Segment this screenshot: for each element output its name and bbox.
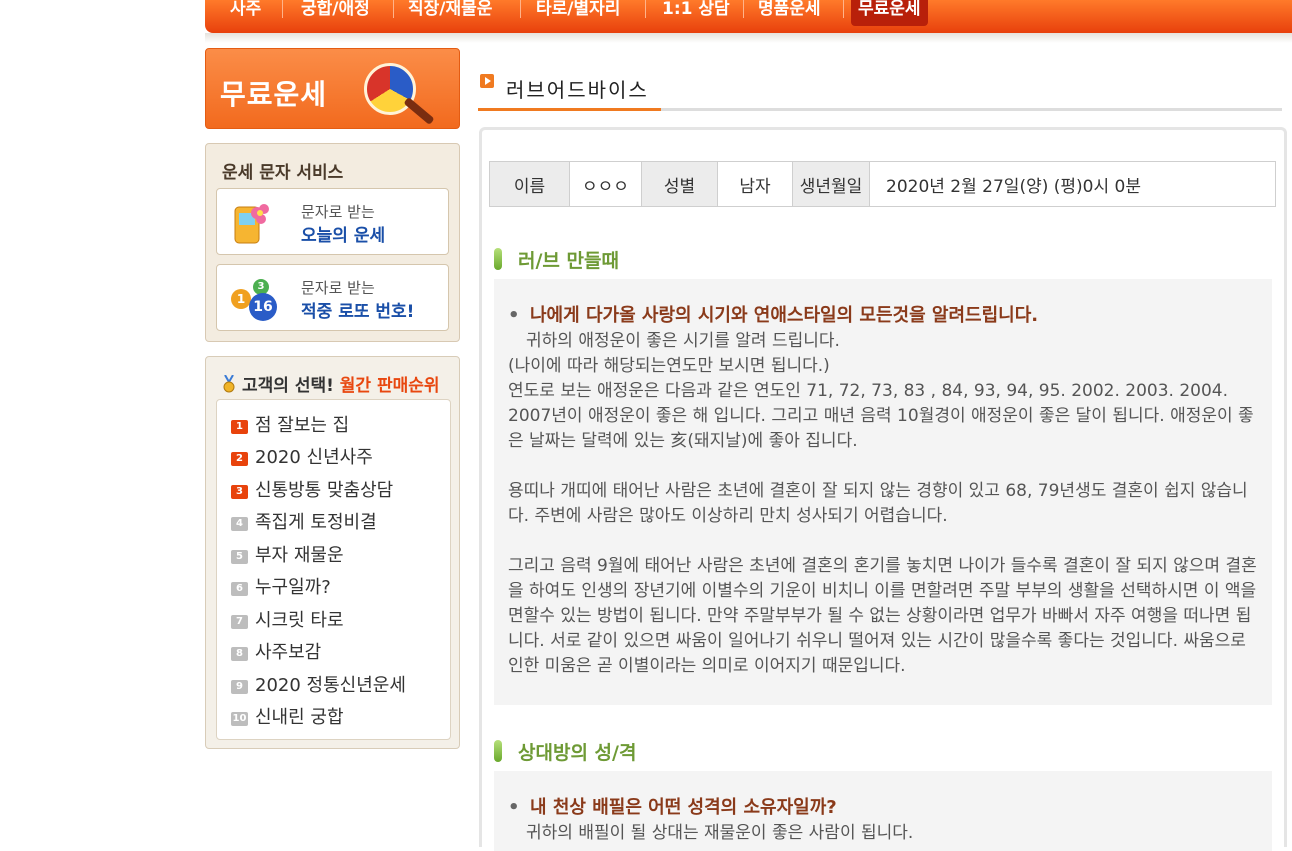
page-title: 러브어드바이스 [506, 78, 649, 102]
ranking-item-label: 2020 정통신년운세 [255, 675, 406, 696]
lotto-balls-icon: 1 3 16 [231, 279, 281, 321]
section-body-partner: • 내 천상 배필은 어떤 성격의 소유자일까? 귀하의 배필이 될 상대는 재물… [494, 771, 1272, 851]
section-headline-text: 내 천상 배필은 어떤 성격의 소유자일까? [530, 797, 837, 818]
nav-separator [520, 0, 521, 18]
ranking-item[interactable]: 3 신통방통 맞춤상담 [231, 480, 393, 502]
section-paragraph: 용띠나 개띠에 태어난 사람은 초년에 결혼이 잘 되지 않는 경향이 있고 6… [508, 481, 1248, 526]
rank-number-badge: 1 [231, 420, 248, 434]
free-fortune-banner[interactable]: 무료운세 [205, 48, 460, 129]
section-headline-text: 나에게 다가올 사랑의 시기와 연애스타일의 모든것을 알려드립니다. [530, 305, 1039, 326]
ranking-item[interactable]: 1 점 잘보는 집 [231, 415, 349, 437]
rank-number-badge: 10 [231, 712, 248, 726]
ranking-item[interactable]: 8 사주보감 [231, 642, 321, 664]
top-nav: 사주 궁합/애정 직장/재물운 타로/별자리 1:1 상담 명품운세 무료운세 [205, 0, 1292, 33]
ranking-title: 고객의 선택! 월간 판매순위 [242, 371, 440, 396]
section-lead: 귀하의 애정운이 좋은 시기를 알려 드립니다. [526, 331, 840, 351]
sms-service-box: 운세 문자 서비스 문자로 받는 오늘의 운세 1 3 16 문자로 받는 적중… [205, 143, 460, 342]
section-paragraph: 그리고 음력 9월에 태어난 사람은 초년에 결혼의 혼기를 놓치면 나이가 들… [508, 556, 1257, 676]
ranking-item[interactable]: 9 2020 정통신년운세 [231, 675, 406, 697]
fan-handle-icon [403, 97, 435, 125]
gender-label: 성별 [641, 161, 718, 207]
play-arrow-icon [480, 74, 494, 88]
section-bar-icon [494, 248, 502, 270]
ranking-item-label: 시크릿 타로 [255, 610, 344, 631]
ranking-item[interactable]: 5 부자 재물운 [231, 545, 344, 567]
ranking-item-label: 신통방통 맞춤상담 [255, 480, 394, 501]
name-value: ㅇㅇㅇ [569, 161, 642, 207]
nav-shadow [205, 33, 1292, 43]
title-divider-accent [478, 108, 661, 111]
ranking-title-prefix: 고객의 선택! [242, 376, 334, 396]
rank-number-badge: 4 [231, 517, 248, 531]
section-body-love: • 나에게 다가올 사랑의 시기와 연애스타일의 모든것을 알려드립니다. 귀하의… [494, 279, 1272, 705]
section-lead: 귀하의 배필이 될 상대는 재물운이 좋은 사람이 됩니다. [526, 823, 914, 843]
nav-item-tarot[interactable]: 타로/별자리 [536, 0, 620, 26]
ranking-item[interactable]: 10 신내린 궁합 [231, 707, 344, 729]
user-info-table: 이름 ㅇㅇㅇ 성별 남자 생년월일 2020년 2월 27일(양) (평)0시 … [489, 161, 1276, 207]
bullet-dot-icon: • [508, 797, 520, 818]
rank-number-badge: 5 [231, 550, 248, 564]
name-label: 이름 [489, 161, 570, 207]
ranking-item-label: 점 잘보는 집 [255, 415, 350, 436]
ranking-item-label: 부자 재물운 [255, 545, 344, 566]
section-bar-icon [494, 740, 502, 762]
nav-item-saju[interactable]: 사주 [230, 0, 261, 26]
ranking-list: 1 점 잘보는 집 2 2020 신년사주 3 신통방통 맞춤상담 4 족집게 토정비결… [216, 399, 451, 740]
ranking-item[interactable]: 2 2020 신년사주 [231, 447, 373, 469]
nav-separator [393, 0, 394, 18]
section-paragraph: 연도로 보는 애정운은 다음과 같은 연도인 71, 72, 73, 83 , … [508, 381, 1254, 451]
sms-today-fortune-card[interactable]: 문자로 받는 오늘의 운세 [216, 188, 449, 255]
ranking-item-label: 신내린 궁합 [255, 707, 344, 728]
sms-service-title: 운세 문자 서비스 [222, 163, 344, 183]
sms-card2-small: 문자로 받는 [301, 279, 375, 297]
rank-number-badge: 6 [231, 582, 248, 596]
rank-number-badge: 3 [231, 485, 248, 499]
sms-lotto-card[interactable]: 1 3 16 문자로 받는 적중 로또 번호! [216, 264, 449, 331]
nav-item-premium[interactable]: 명품운세 [758, 0, 821, 26]
rank-number-badge: 2 [231, 452, 248, 466]
page-title-header: 러브어드바이스 [478, 70, 1282, 112]
ranking-item[interactable]: 6 누구일까? [231, 577, 331, 599]
nav-item-free[interactable]: 무료운세 [851, 0, 928, 26]
bullet-dot-icon: • [508, 305, 520, 326]
section-paragraph: (나이에 따라 해당되는연도만 보시면 됩니다.) [508, 356, 830, 376]
lotto-ball: 1 [231, 289, 251, 309]
ranking-item-label: 2020 신년사주 [255, 447, 373, 468]
rank-number-badge: 8 [231, 647, 248, 661]
free-fortune-label: 무료운세 [220, 78, 328, 111]
ranking-item[interactable]: 7 시크릿 타로 [231, 610, 344, 632]
birth-label: 생년월일 [792, 161, 870, 207]
sms-card1-big: 오늘의 운세 [301, 226, 386, 246]
nav-item-career[interactable]: 직장/재물운 [408, 0, 492, 26]
ranking-item-label: 족집게 토정비결 [255, 512, 377, 533]
ranking-item-label: 누구일까? [255, 577, 331, 598]
birth-value: 2020년 2월 27일(양) (평)0시 0분 [869, 161, 1276, 207]
ranking-item[interactable]: 4 족집게 토정비결 [231, 512, 377, 534]
nav-item-gunghap[interactable]: 궁합/애정 [301, 0, 370, 26]
nav-item-consult[interactable]: 1:1 상담 [662, 0, 730, 26]
nav-separator [743, 0, 744, 18]
section-title: 상대방의 성/격 [518, 742, 637, 764]
ranking-item-label: 사주보감 [255, 642, 322, 663]
nav-separator [645, 0, 646, 18]
rank-number-badge: 9 [231, 680, 248, 694]
nav-separator [843, 0, 844, 18]
rank-number-badge: 7 [231, 615, 248, 629]
sms-card2-big: 적중 로또 번호! [301, 302, 415, 322]
gender-value: 남자 [717, 161, 793, 207]
phone-flower-icon [234, 204, 269, 244]
lotto-ball: 16 [249, 293, 277, 321]
sms-card1-small: 문자로 받는 [301, 203, 375, 221]
monthly-ranking-box: 고객의 선택! 월간 판매순위 1 점 잘보는 집 2 2020 신년사주 3 신통방… [205, 356, 460, 749]
section-title: 러/브 만들때 [518, 250, 619, 272]
nav-separator [282, 0, 283, 18]
section-headline: • 내 천상 배필은 어떤 성격의 소유자일까? [508, 795, 1260, 821]
ranking-title-highlight: 월간 판매순위 [339, 376, 440, 396]
section-headline: • 나에게 다가올 사랑의 시기와 연애스타일의 모든것을 알려드립니다. [508, 303, 1260, 329]
medal-icon [223, 375, 235, 393]
